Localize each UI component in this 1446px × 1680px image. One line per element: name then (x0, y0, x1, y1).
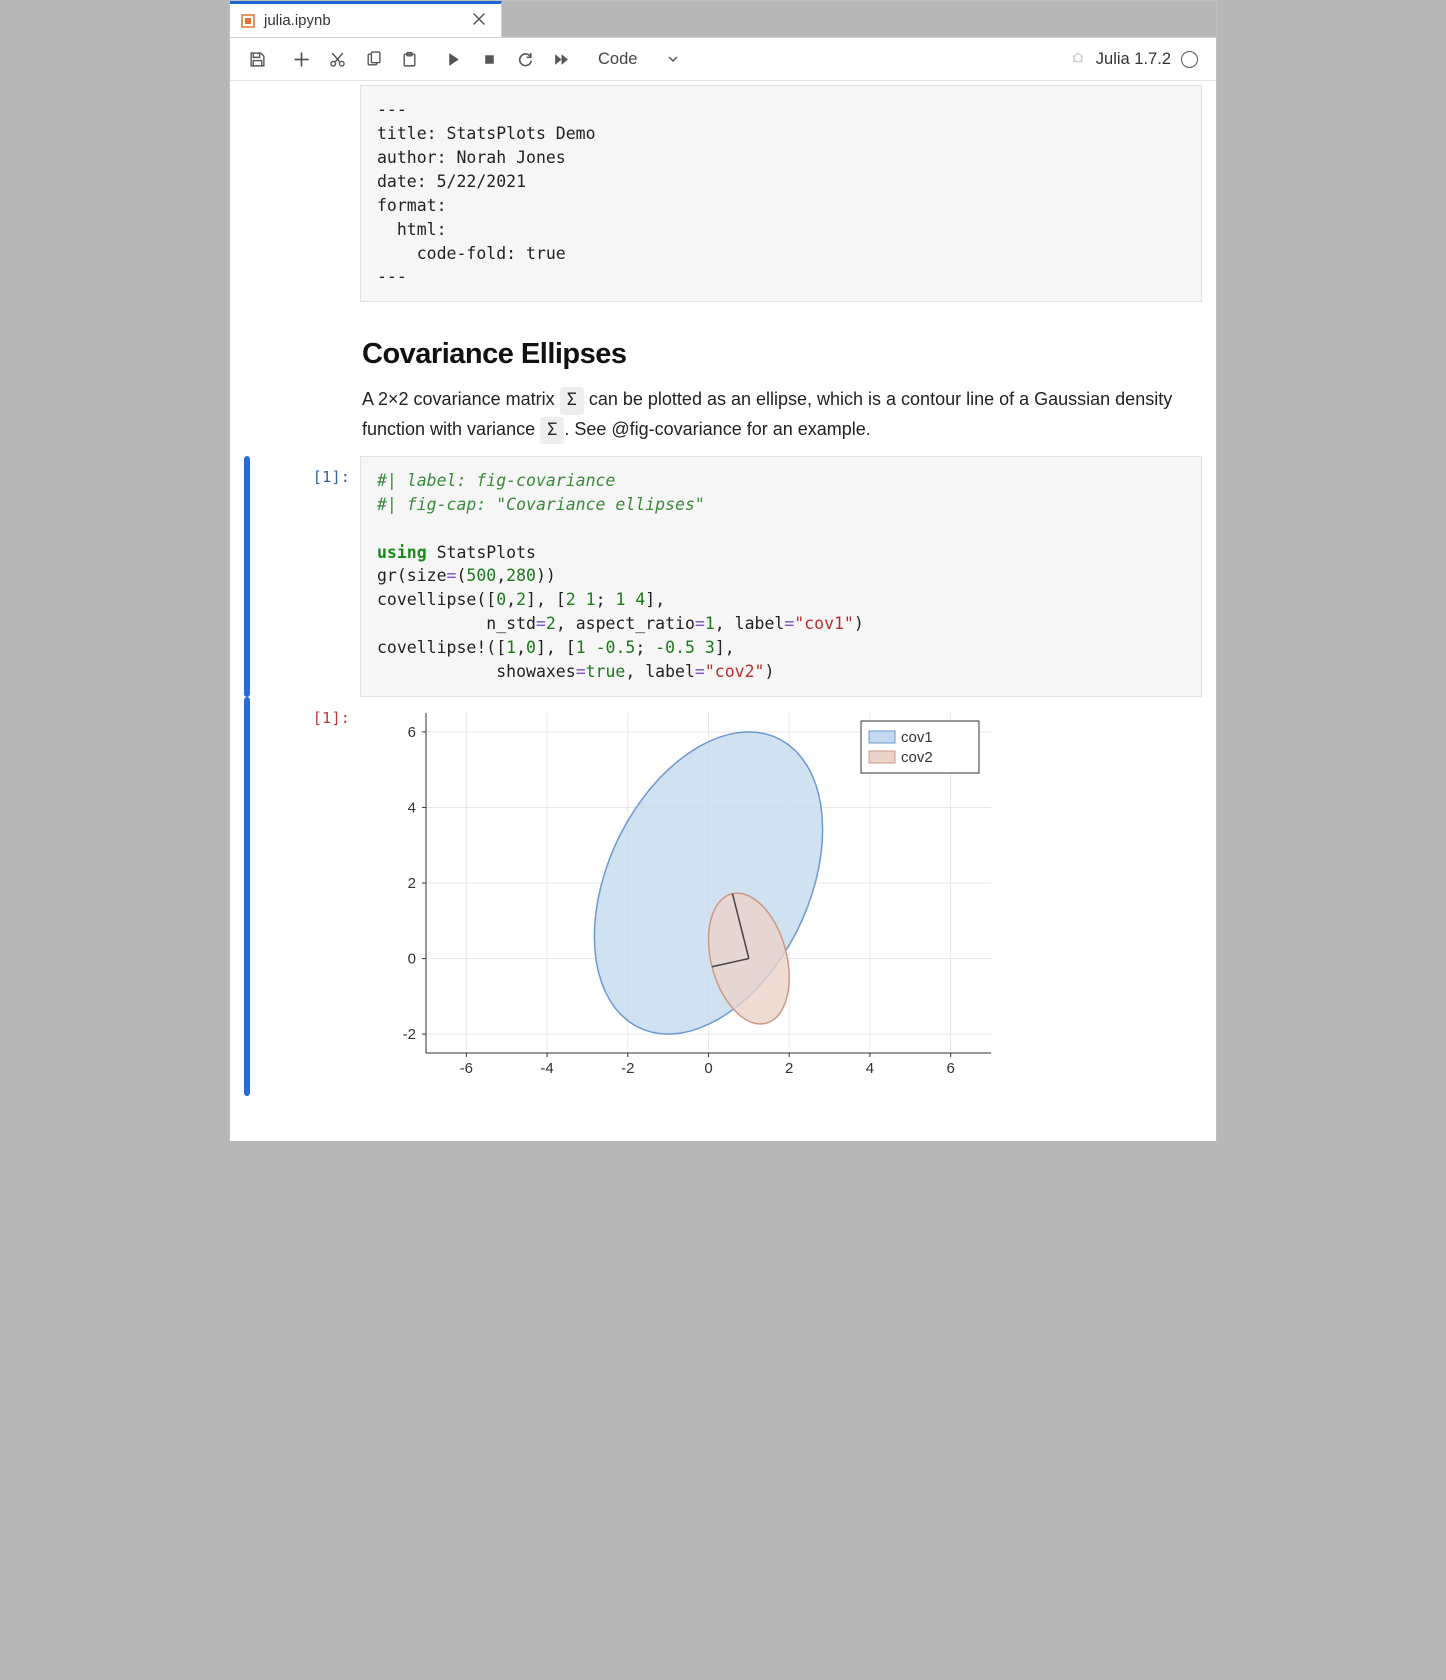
svg-text:-2: -2 (403, 1026, 416, 1043)
kernel-name[interactable]: Julia 1.7.2 (1096, 50, 1171, 69)
cell-markdown[interactable]: Covariance Ellipses A 2×2 covariance mat… (230, 302, 1216, 455)
svg-text:0: 0 (408, 951, 416, 968)
tab-julia-ipynb[interactable]: julia.ipynb (230, 1, 502, 37)
svg-text:6: 6 (946, 1060, 954, 1077)
toolbar: Code Julia 1.7.2 (230, 38, 1216, 81)
insert-cell-button[interactable] (284, 44, 318, 74)
markdown-paragraph: A 2×2 covariance matrix Σ can be plotted… (362, 385, 1198, 443)
tabbar: julia.ipynb (230, 1, 1216, 38)
svg-text:2: 2 (408, 875, 416, 892)
sigma-chip: Σ (540, 417, 564, 444)
svg-text:0: 0 (704, 1060, 712, 1077)
svg-text:cov1: cov1 (901, 729, 933, 746)
tab-title: julia.ipynb (264, 12, 463, 29)
paste-button[interactable] (392, 44, 426, 74)
code-editor[interactable]: #| label: fig-covariance #| fig-cap: "Co… (360, 456, 1202, 697)
save-button[interactable] (240, 44, 274, 74)
stop-button[interactable] (472, 44, 506, 74)
svg-text:-2: -2 (621, 1060, 634, 1077)
kernel-status-icon[interactable] (1181, 51, 1198, 68)
cell-output: [1]: -6 -4 -2 0 2 4 6 -2 0 2 4 6 cov1 cov2 (230, 697, 1216, 1096)
svg-text:4: 4 (866, 1060, 874, 1077)
heading-covariance: Covariance Ellipses (362, 338, 1198, 371)
notebook-frame: julia.ipynb (229, 0, 1217, 1141)
svg-text:4: 4 (408, 799, 416, 816)
cell-code[interactable]: [1]: #| label: fig-covariance #| fig-cap… (230, 456, 1216, 697)
chevron-down-icon (667, 53, 679, 65)
svg-text:cov2: cov2 (901, 749, 933, 766)
cut-button[interactable] (320, 44, 354, 74)
svg-text:-6: -6 (460, 1060, 473, 1077)
sigma-chip: Σ (560, 387, 584, 414)
run-all-button[interactable] (544, 44, 578, 74)
prompt-out: [1]: (252, 697, 360, 1096)
raw-cell-content[interactable]: --- title: StatsPlots Demo author: Norah… (360, 85, 1202, 302)
covariance-plot: -6 -4 -2 0 2 4 6 -2 0 2 4 6 cov1 cov2 (366, 703, 1006, 1083)
copy-button[interactable] (356, 44, 390, 74)
cell-gutter-active (244, 697, 250, 1096)
cell-gutter-active (244, 456, 250, 697)
cell-raw[interactable]: --- title: StatsPlots Demo author: Norah… (230, 85, 1216, 302)
debugger-icon[interactable] (1070, 49, 1086, 70)
markdown-rendered: Covariance Ellipses A 2×2 covariance mat… (360, 302, 1202, 455)
svg-text:6: 6 (408, 724, 416, 741)
output-plot: -6 -4 -2 0 2 4 6 -2 0 2 4 6 cov1 cov2 (360, 697, 1202, 1096)
svg-text:-4: -4 (540, 1060, 553, 1077)
svg-text:2: 2 (785, 1060, 793, 1077)
restart-button[interactable] (508, 44, 542, 74)
notebook-body: --- title: StatsPlots Demo author: Norah… (230, 81, 1216, 1106)
tab-close-icon[interactable] (471, 10, 487, 31)
cell-type-label: Code (598, 50, 637, 69)
prompt-in: [1]: (252, 456, 360, 697)
run-button[interactable] (436, 44, 470, 74)
cell-type-select[interactable]: Code (588, 46, 689, 73)
notebook-icon (240, 13, 256, 29)
